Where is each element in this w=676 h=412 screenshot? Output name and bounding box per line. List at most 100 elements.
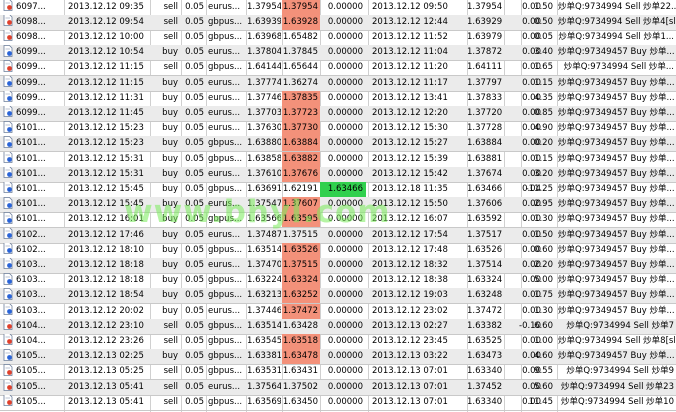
- profit-cell: 4.35: [534, 92, 553, 103]
- ticket-cell: 6105...: [0, 349, 64, 364]
- symbol-cell: gbpus...: [208, 335, 243, 346]
- sl-cell: 1.37515: [282, 229, 318, 240]
- symbol-cell: gbpus...: [208, 290, 243, 301]
- symbol-cell: eurus...: [208, 168, 241, 179]
- comment-cell: 炒单Q:97349457 Buy 炒单...: [558, 351, 675, 362]
- open-price-cell: 1.37703: [247, 107, 281, 118]
- sl-cell: 1.63252: [282, 288, 320, 304]
- open-time-cell: 2013.12.12 15:31: [68, 153, 144, 164]
- open-time-cell: 2013.12.13 05:25: [68, 366, 144, 377]
- close-time-cell: 2013.12.12 23:02: [372, 305, 448, 316]
- sl-cell: 1.63431: [282, 366, 318, 377]
- symbol-cell: eurus...: [208, 381, 241, 392]
- table-row[interactable]: 6105... 2013.12.13 05:25 sell 0.05 gbpus... 1…: [0, 364, 676, 381]
- comment-cell: 炒单Q:97349457 Buy 炒单...: [558, 275, 675, 286]
- table-row[interactable]: 6103... 2013.12.12 20:02 buy 0.05 eurus... 1.…: [0, 303, 676, 320]
- ticket-cell: 6099...: [0, 60, 64, 75]
- table-row[interactable]: 6102... 2013.12.12 17:46 buy 0.05 eurus... 1.…: [0, 227, 676, 244]
- type-cell: buy: [162, 214, 178, 225]
- table-row[interactable]: 6099... 2013.12.12 10:54 buy 0.05 eurus... 1.…: [0, 45, 676, 62]
- profit-cell: 4.90: [534, 123, 553, 134]
- open-price-cell: 1.37774: [247, 77, 281, 88]
- table-row[interactable]: 6105... 2013.12.13 05:41 sell 0.05 eurus... 1…: [0, 379, 676, 396]
- open-time-cell: 2013.12.12 09:35: [68, 1, 144, 12]
- comment-cell: 炒单Q:9734994 Sell 炒单22...: [558, 1, 676, 12]
- ticket-number: 6101...: [16, 123, 46, 134]
- type-cell: sell: [163, 31, 178, 42]
- comment-cell: 炒单Q:97349457 Buy 炒单...: [558, 290, 675, 301]
- size-cell: 0.05: [185, 1, 204, 12]
- table-row[interactable]: 6102... 2013.12.12 18:10 buy 0.05 gbpus... 1.…: [0, 242, 676, 259]
- ticket-cell: 6098...: [0, 14, 64, 30]
- table-row[interactable]: 6105... 2013.12.13 05:41 sell 0.05 gbpus... 1…: [0, 394, 676, 411]
- type-cell: buy: [162, 138, 178, 149]
- open-price-cell: 1.37470: [247, 259, 281, 270]
- symbol-cell: eurus...: [208, 305, 241, 316]
- ticket-number: 6099...: [16, 77, 46, 88]
- table-row[interactable]: 6101... 2013.12.12 15:45 buy 0.05 eurus... 1.…: [0, 197, 676, 214]
- table-row[interactable]: 6101... 2013.12.12 15:31 buy 0.05 eurus... 1.…: [0, 166, 676, 183]
- order-icon-red: [3, 394, 13, 407]
- size-cell: 0.05: [185, 107, 204, 118]
- tp-cell: 0.00000: [327, 153, 363, 164]
- table-row[interactable]: 6101... 2013.12.12 15:31 buy 0.05 gbpus... 1.…: [0, 151, 676, 168]
- open-time-cell: 2013.12.12 11:15: [68, 62, 144, 73]
- ticket-cell: 6101...: [0, 166, 64, 182]
- close-price-cell: 1.63324: [467, 275, 503, 286]
- table-row[interactable]: 6098... 2013.12.12 09:54 sell 0.05 gbpus... 1…: [0, 14, 676, 31]
- table-row[interactable]: 6101... 2013.12.12 16:01 buy 0.05 gbpus... 1.…: [0, 212, 676, 229]
- symbol-cell: gbpus...: [208, 153, 243, 164]
- open-price-cell: 1.37804: [247, 47, 281, 58]
- order-icon-blue: [3, 136, 13, 148]
- order-icon-blue: [3, 197, 13, 209]
- table-row[interactable]: 6099... 2013.12.12 11:31 buy 0.05 eurus... 1.…: [0, 90, 676, 107]
- table-row[interactable]: 6097... 2013.12.12 09:35 sell 0.05 eurus... 1…: [0, 0, 676, 16]
- table-row[interactable]: 6099... 2013.12.12 11:45 buy 0.05 eurus... 1.…: [0, 105, 676, 122]
- open-time-cell: 2013.12.12 20:02: [68, 305, 144, 316]
- sl-cell: 1.37845: [282, 47, 318, 58]
- comment-cell: 炒单Q:97349457 Buy 炒单...: [558, 138, 675, 149]
- close-time-cell: 2013.12.12 15:50: [372, 199, 448, 210]
- close-time-cell: 2013.12.12 12:20: [372, 107, 448, 118]
- table-row[interactable]: 6098... 2013.12.12 10:00 sell 0.05 gbpus... 1…: [0, 29, 676, 46]
- table-row[interactable]: 6104... 2013.12.12 23:10 sell 0.05 gbpus... 1…: [0, 318, 676, 335]
- close-time-cell: 2013.12.12 17:54: [372, 229, 448, 240]
- table-row[interactable]: 6101... 2013.12.12 15:45 buy 0.05 gbpus... 1.…: [0, 181, 676, 198]
- tp-cell: 0.00000: [327, 77, 363, 88]
- type-cell: sell: [163, 396, 178, 407]
- open-time-cell: 2013.12.12 15:23: [68, 123, 144, 134]
- open-time-cell: 2013.12.12 18:18: [68, 259, 144, 270]
- sl-cell: 1.36274: [282, 77, 318, 88]
- profit-cell: 3.40: [534, 47, 553, 58]
- size-cell: 0.05: [185, 290, 204, 301]
- type-cell: buy: [162, 259, 178, 270]
- profit-cell: 3.20: [534, 168, 553, 179]
- table-row[interactable]: 6099... 2013.12.12 11:15 buy 0.05 eurus... 1.…: [0, 75, 676, 92]
- table-row[interactable]: 6103... 2013.12.12 18:18 buy 0.05 gbpus... 1.…: [0, 273, 676, 290]
- ticket-number: 6105...: [16, 381, 46, 392]
- table-row[interactable]: 6105... 2013.12.13 02:25 buy 0.05 gbpus... 1.…: [0, 349, 676, 366]
- close-time-cell: 2013.12.18 11:35: [372, 183, 448, 194]
- table-row[interactable]: 6104... 2013.12.12 23:26 sell 0.05 gbpus... 1…: [0, 333, 676, 350]
- close-price-cell: 1.37606: [467, 199, 503, 210]
- close-price-cell: 1.37514: [467, 259, 503, 270]
- tp-cell: 0.00000: [327, 381, 363, 392]
- open-time-cell: 2013.12.12 16:01: [68, 214, 144, 225]
- table-row[interactable]: 6101... 2013.12.12 15:23 buy 0.05 eurus... 1.…: [0, 121, 676, 138]
- table-row[interactable]: 6103... 2013.12.12 18:18 buy 0.05 eurus... 1.…: [0, 257, 676, 274]
- tp-cell: 0.00000: [327, 47, 363, 58]
- profit-cell: 0.05: [534, 31, 553, 42]
- type-cell: buy: [162, 351, 178, 362]
- symbol-cell: gbpus...: [208, 62, 243, 73]
- sl-cell: 1.65644: [282, 62, 318, 73]
- type-cell: sell: [163, 62, 178, 73]
- table-row[interactable]: 6103... 2013.12.12 18:54 buy 0.05 gbpus... 1.…: [0, 288, 676, 305]
- close-time-cell: 2013.12.13 07:01: [372, 381, 448, 392]
- close-price-cell: 1.37728: [467, 123, 503, 134]
- table-row[interactable]: 6099... 2013.12.12 11:15 sell 0.05 gbpus... 1…: [0, 60, 676, 77]
- type-cell: buy: [162, 107, 178, 118]
- order-icon-blue: [3, 121, 13, 133]
- table-row[interactable]: 6101... 2013.12.12 15:23 buy 0.05 gbpus... 1.…: [0, 136, 676, 153]
- order-icon-blue: [3, 75, 13, 87]
- ticket-number: 6099...: [16, 107, 46, 118]
